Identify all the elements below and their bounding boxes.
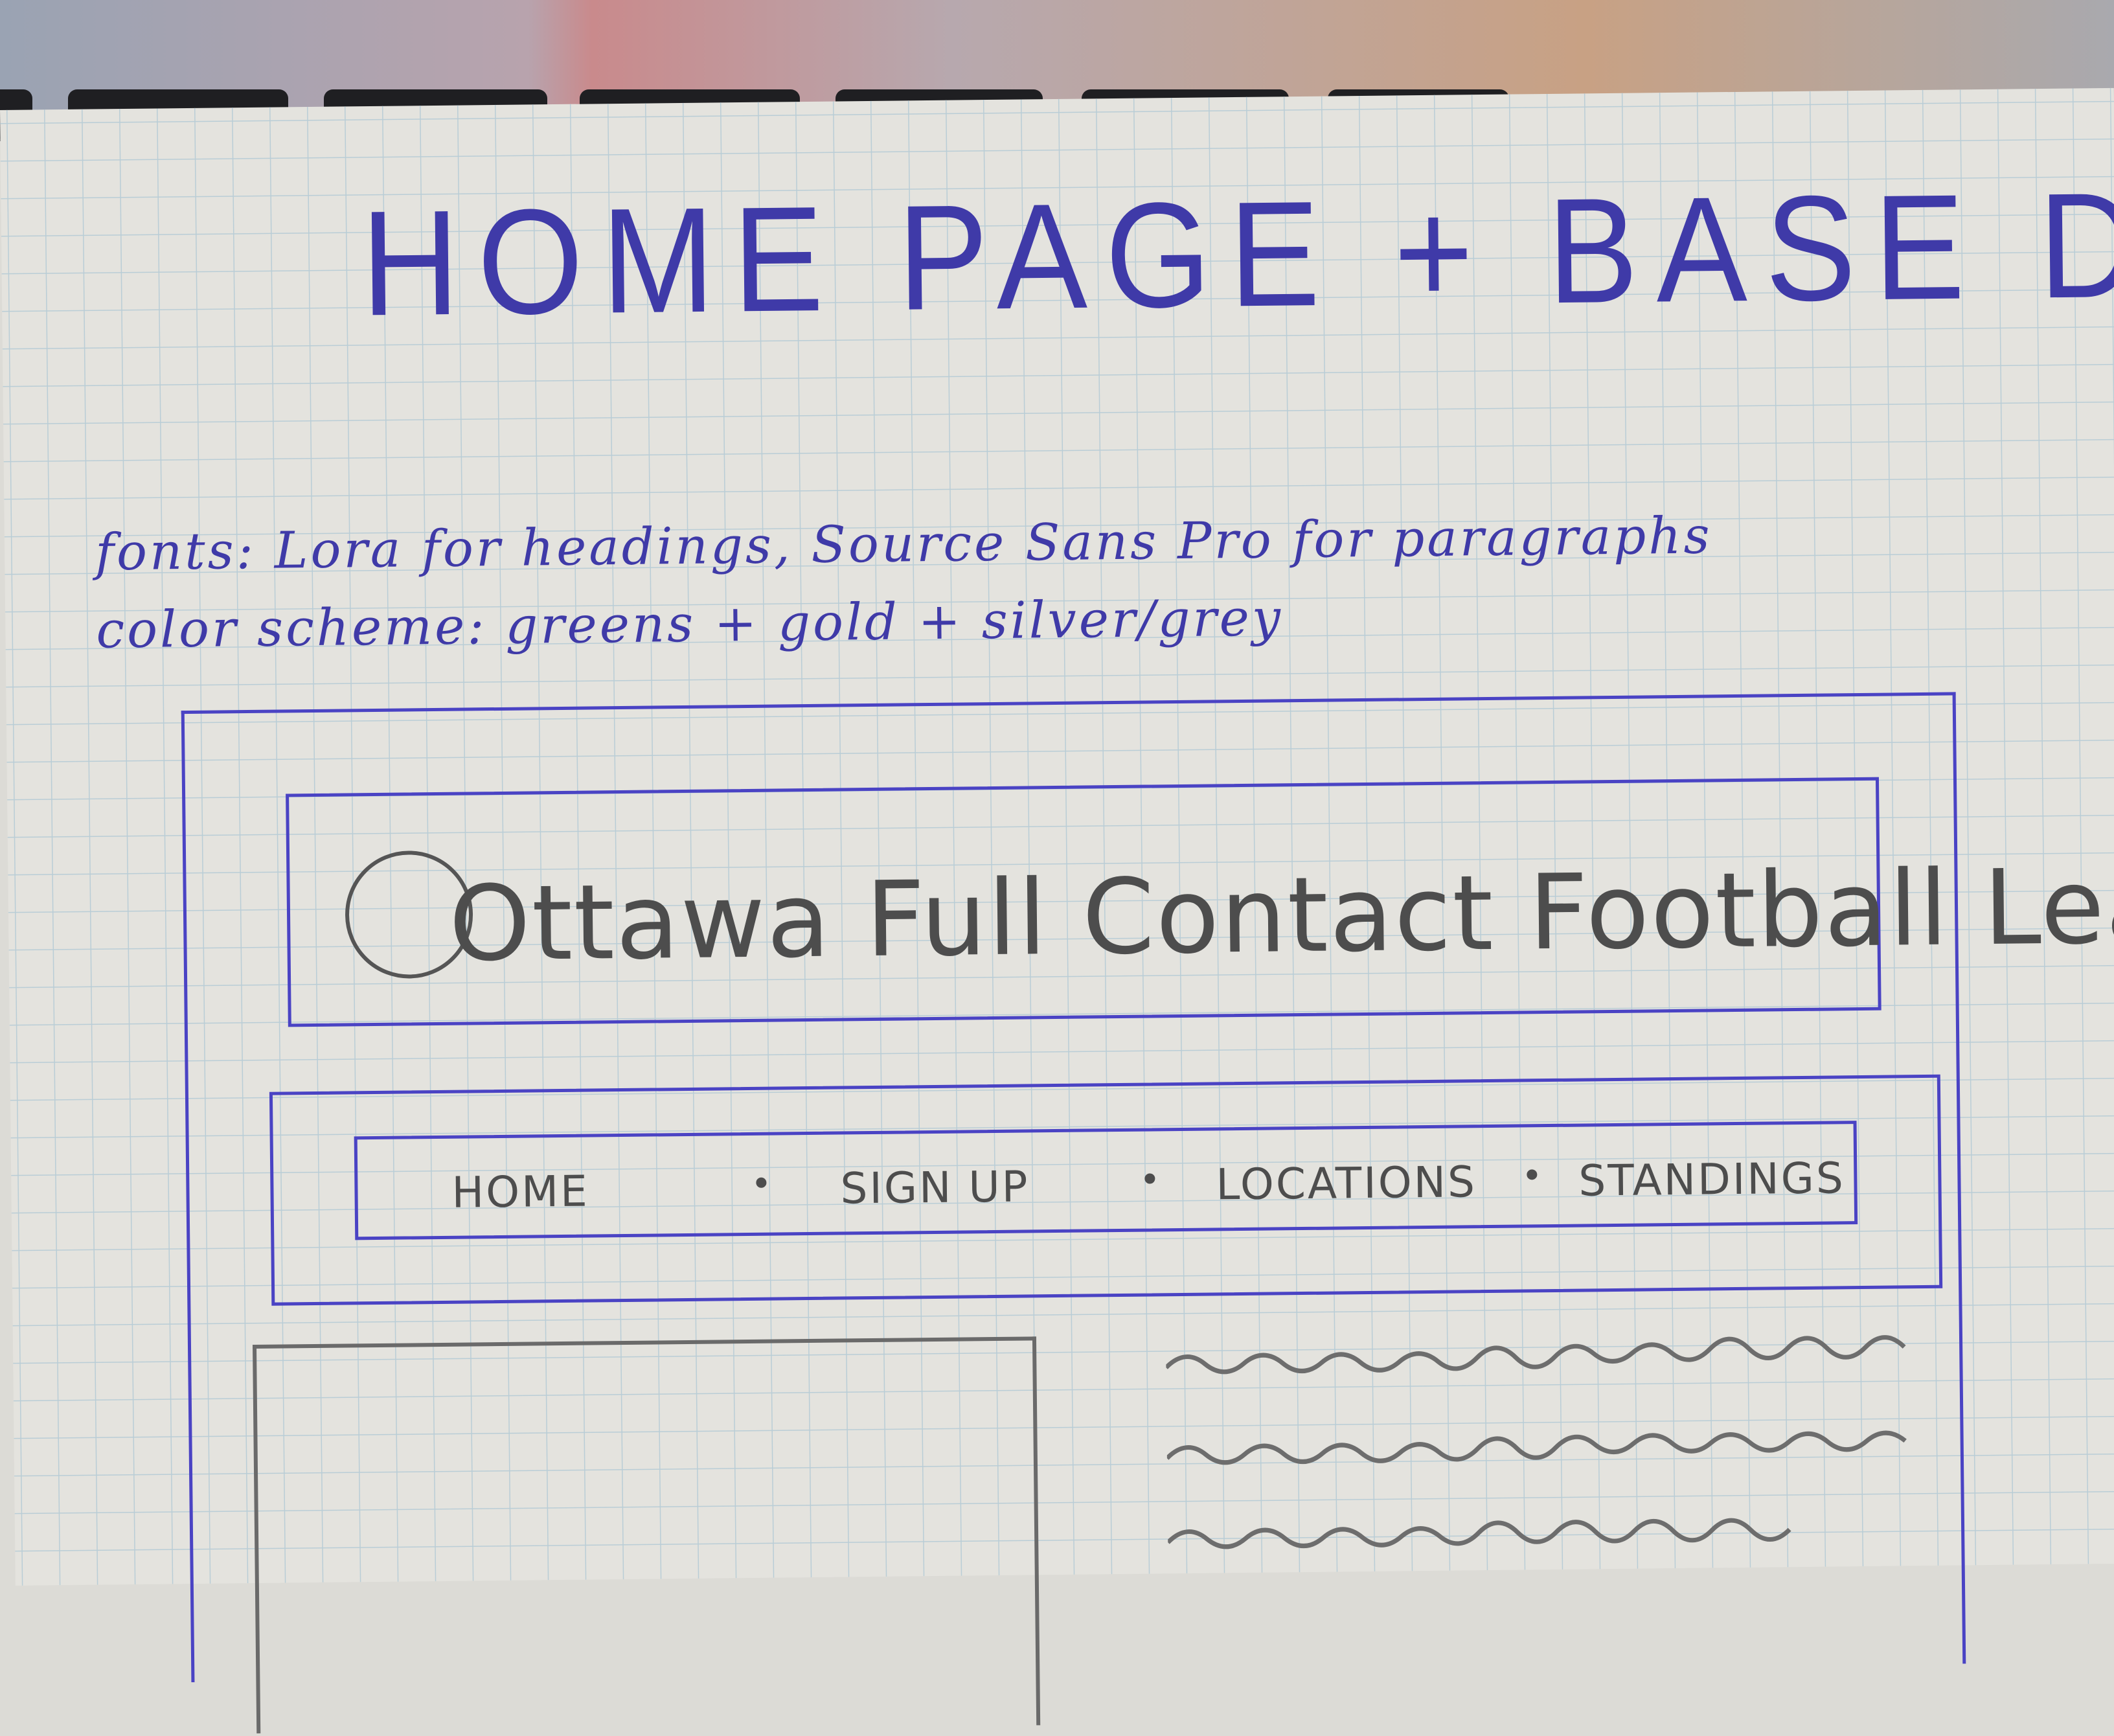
sketch-title: HOME PAGE + BASE DESIGN xyxy=(360,155,2114,347)
nav-item-locations: LOCATIONS xyxy=(1216,1157,1477,1210)
fonts-note: fonts: Lora for headings, Source Sans Pr… xyxy=(95,507,1712,582)
nav-item-standings: STANDINGS xyxy=(1578,1153,1846,1206)
graph-paper: HOME PAGE + BASE DESIGN fonts: Lora for … xyxy=(0,87,2114,1733)
nav-separator-dot xyxy=(756,1177,767,1188)
nav-item-home: HOME xyxy=(451,1166,590,1218)
color-scheme-note: color scheme: greens + gold + silver/gre… xyxy=(95,589,1284,660)
text-line-squiggle xyxy=(1166,1430,1907,1465)
text-line-squiggle xyxy=(1166,1335,1906,1375)
nav-separator-dot xyxy=(1144,1173,1155,1184)
image-placeholder-sketch xyxy=(252,1336,1041,1733)
text-line-squiggle xyxy=(1167,1518,1791,1549)
nav-item-sign-up: SIGN UP xyxy=(840,1161,1030,1214)
nav-separator-dot xyxy=(1527,1169,1538,1180)
site-title-sketch: Ottawa Full Contact Football League xyxy=(448,843,2114,985)
